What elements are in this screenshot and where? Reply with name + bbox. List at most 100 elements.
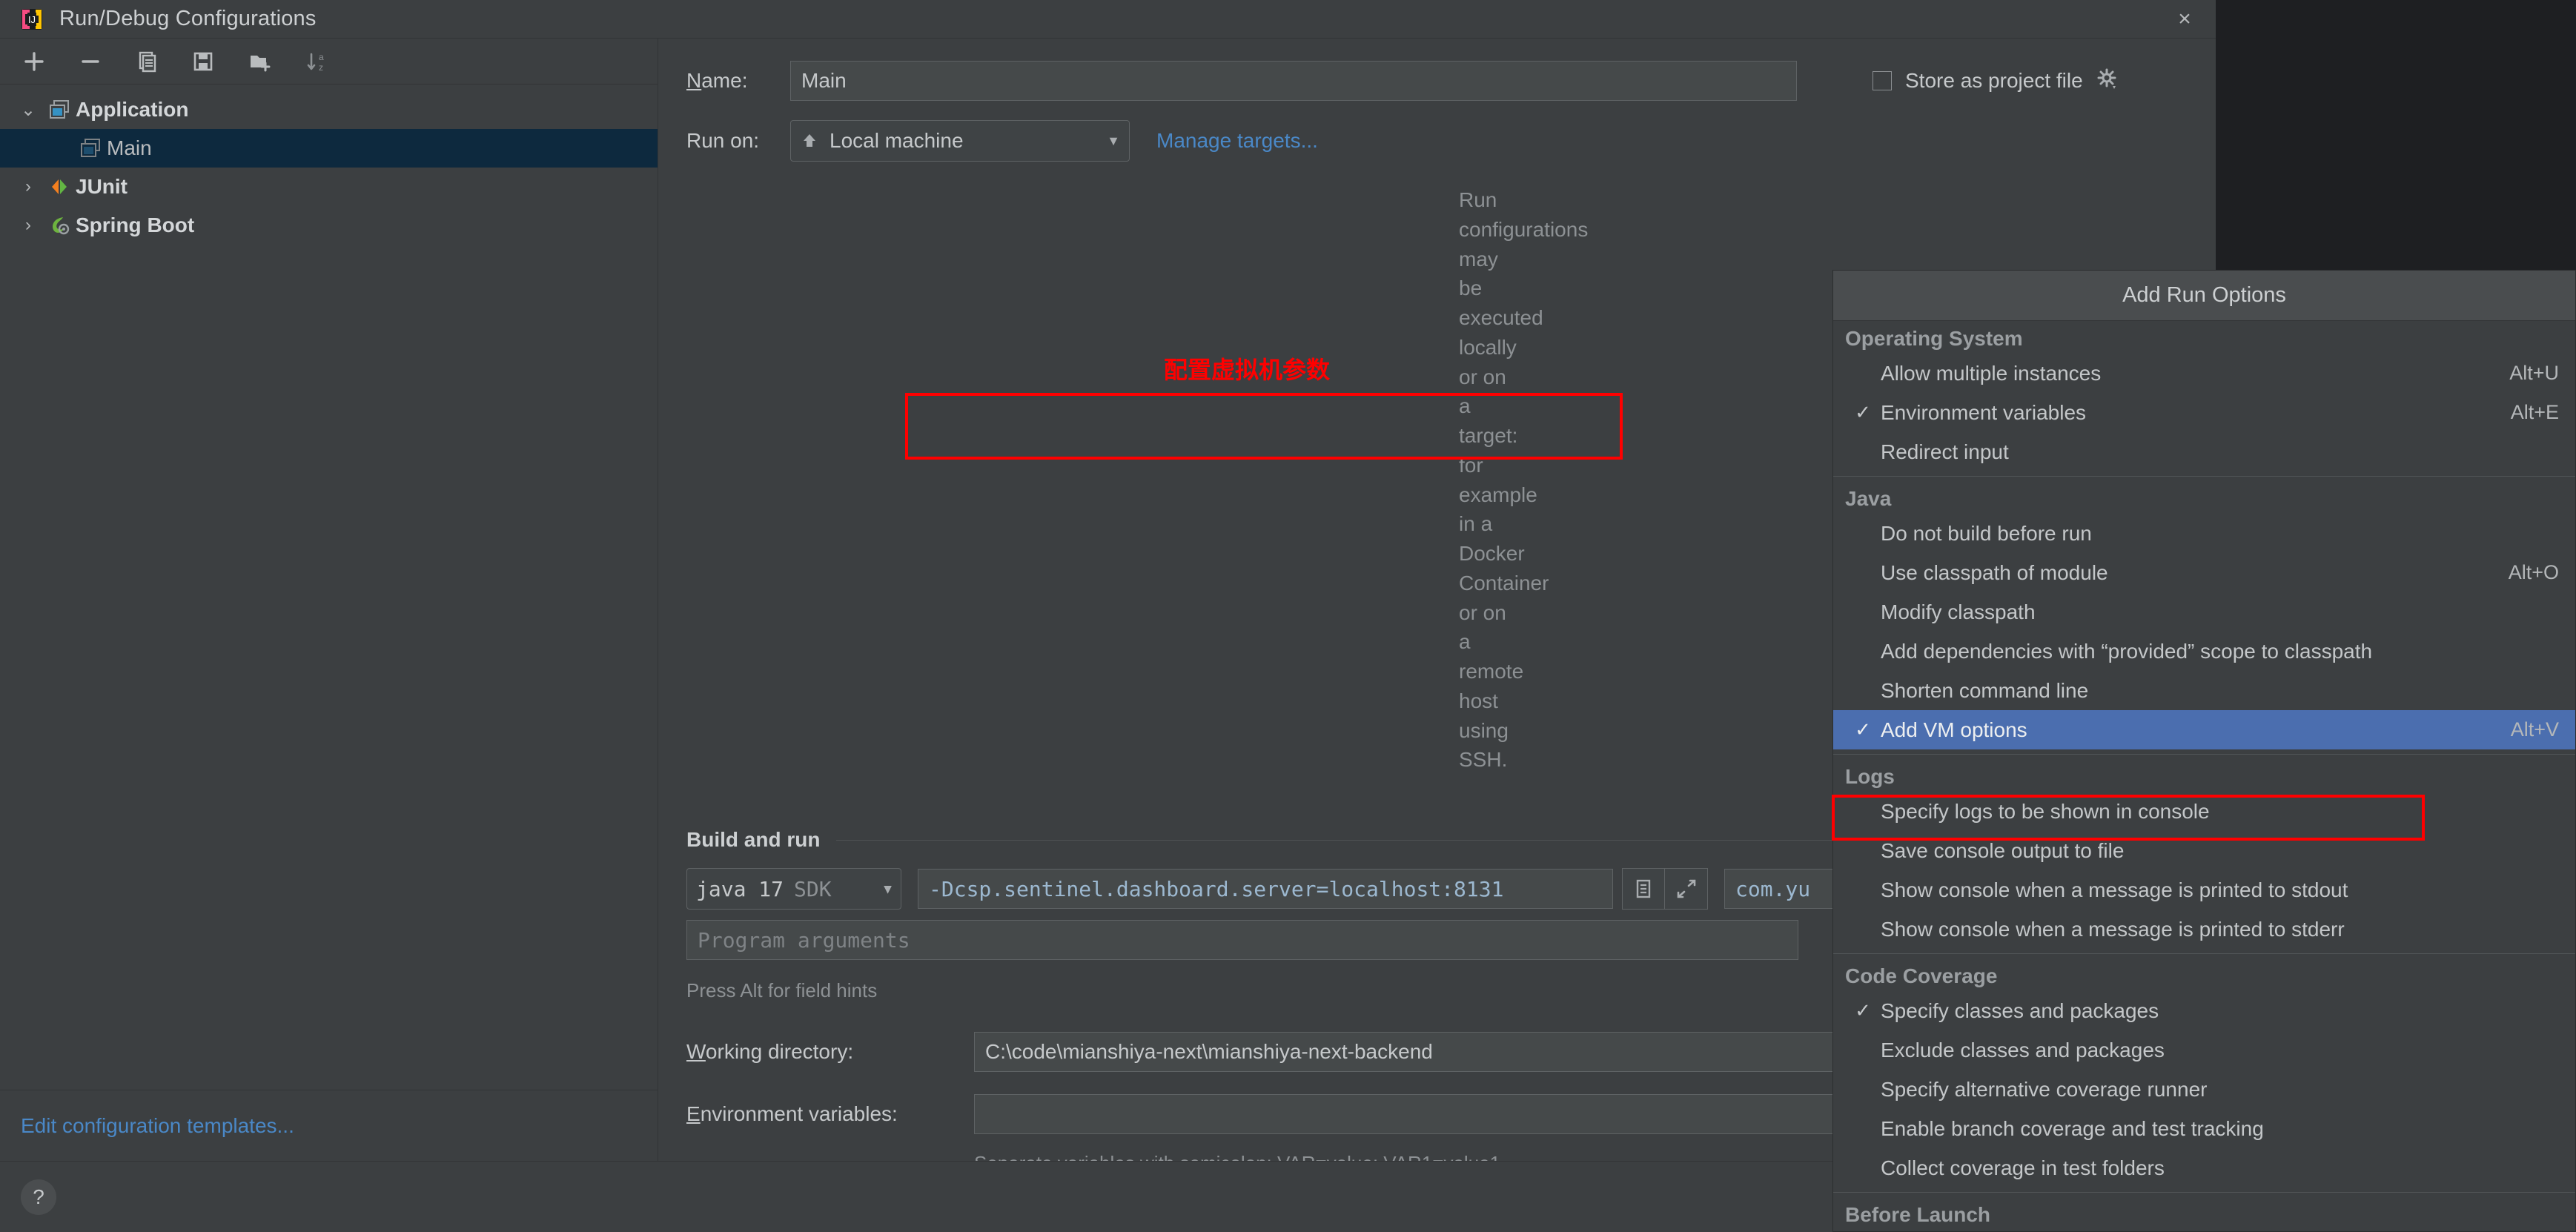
- tree-item-application[interactable]: ⌄ Application: [0, 90, 658, 129]
- tree-item-spring-boot[interactable]: › Spring Boot: [0, 206, 658, 245]
- run-on-select[interactable]: Local machine ▼: [790, 120, 1130, 162]
- menu-item[interactable]: ✓ Environment variables Alt+E: [1833, 393, 2575, 432]
- vm-options-annotation-text: 配置虚拟机参数: [1164, 357, 1331, 383]
- close-icon[interactable]: ×: [2168, 3, 2201, 36]
- folder-add-icon[interactable]: [242, 44, 277, 79]
- name-label: Name:: [686, 69, 748, 92]
- tree-item-label: Main: [107, 136, 152, 159]
- menu-separator: [1833, 1192, 2575, 1193]
- menu-item[interactable]: Modify classpath: [1833, 592, 2575, 632]
- menu-item-label: Add VM options: [1881, 718, 2027, 741]
- junit-icon: [43, 175, 76, 199]
- chevron-right-icon[interactable]: ›: [13, 176, 43, 197]
- menu-item[interactable]: Show console when a message is printed t…: [1833, 910, 2575, 949]
- vm-options-input[interactable]: -Dcsp.sentinel.dashboard.server=localhos…: [918, 869, 1613, 909]
- spring-boot-icon: [43, 213, 76, 237]
- manage-targets-link[interactable]: Manage targets...: [1156, 129, 1318, 153]
- run-on-label: Run on:: [686, 129, 760, 152]
- tree-item-main[interactable]: Main: [0, 129, 658, 168]
- macro-list-icon[interactable]: [1622, 868, 1665, 910]
- run-on-description: Run configurations may be executed local…: [658, 175, 1588, 775]
- application-icon: [74, 136, 107, 160]
- menu-item-label: Modify classpath: [1881, 600, 2036, 623]
- menu-item[interactable]: Shorten command line: [1833, 671, 2575, 710]
- edit-configuration-templates-link[interactable]: Edit configuration templates...: [21, 1114, 294, 1138]
- store-as-project-file-label: Store as project file: [1905, 69, 2083, 92]
- local-machine-icon: [800, 131, 819, 150]
- menu-item[interactable]: Enable branch coverage and test tracking: [1833, 1109, 2575, 1148]
- menu-item-label: Enable branch coverage and test tracking: [1881, 1116, 2264, 1140]
- menu-item[interactable]: Collect coverage in test folders: [1833, 1148, 2575, 1188]
- menu-item[interactable]: Allow multiple instances Alt+U: [1833, 354, 2575, 393]
- menu-item[interactable]: Specify logs to be shown in console: [1833, 792, 2575, 831]
- jdk-suffix: SDK: [794, 876, 832, 901]
- jdk-select[interactable]: java 17 SDK ▼: [686, 868, 901, 910]
- tree-item-label: JUnit: [76, 175, 128, 198]
- svg-text:IJ: IJ: [28, 14, 36, 25]
- vm-options-value: -Dcsp.sentinel.dashboard.server=localhos…: [929, 876, 1504, 901]
- menu-item-label: Environment variables: [1881, 400, 2087, 424]
- svg-text:a: a: [319, 52, 324, 62]
- menu-separator: [1833, 476, 2575, 477]
- check-icon: ✓: [1855, 999, 1871, 1021]
- menu-item-label: Redirect input: [1881, 440, 2009, 463]
- menu-separator: [1833, 754, 2575, 755]
- menu-item-label: Add dependencies with “provided” scope t…: [1881, 639, 2373, 663]
- copy-configuration-button[interactable]: [129, 44, 165, 79]
- menu-item[interactable]: ✓ Specify classes and packages: [1833, 991, 2575, 1030]
- menu-item-shortcut: Alt+U: [2509, 362, 2559, 384]
- program-arguments-input[interactable]: Program arguments: [686, 920, 1798, 960]
- chevron-right-icon[interactable]: ›: [13, 215, 43, 236]
- add-configuration-button[interactable]: [16, 44, 52, 79]
- expand-editor-icon[interactable]: [1665, 868, 1708, 910]
- svg-text:z: z: [319, 62, 323, 73]
- menu-item-label: Show console when a message is printed t…: [1881, 917, 2345, 941]
- tree-item-junit[interactable]: › JUnit: [0, 168, 658, 206]
- build-and-run-section-label: Build and run: [686, 828, 821, 851]
- working-directory-value: C:\code\mianshiya-next\mianshiya-next-ba…: [985, 1040, 1433, 1063]
- menu-item-label: Show console when a message is printed t…: [1881, 878, 2348, 901]
- menu-item-label: Exclude classes and packages: [1881, 1038, 2165, 1062]
- environment-variables-label: Environment variables:: [686, 1102, 898, 1125]
- menu-group-header: Code Coverage: [1845, 964, 1998, 987]
- sidebar-footer: Edit configuration templates...: [0, 1090, 658, 1161]
- menu-item-label: Specify alternative coverage runner: [1881, 1077, 2208, 1101]
- menu-group-header: Before Launch: [1845, 1203, 1991, 1226]
- name-row: Name: Main Store as project file: [658, 55, 2216, 107]
- menu-item[interactable]: Redirect input: [1833, 432, 2575, 471]
- menu-item[interactable]: ✓ Add VM options Alt+V: [1833, 710, 2575, 749]
- chevron-down-icon[interactable]: ▼: [1093, 133, 1120, 149]
- menu-item[interactable]: Specify alternative coverage runner: [1833, 1070, 2575, 1109]
- store-as-project-file-checkbox[interactable]: [1873, 71, 1892, 90]
- configurations-toolbar: a z: [0, 39, 658, 85]
- save-configuration-button[interactable]: [185, 44, 221, 79]
- help-button[interactable]: ?: [21, 1179, 56, 1215]
- menu-item[interactable]: Do not build before run: [1833, 514, 2575, 553]
- dialog-title: Run/Debug Configurations: [59, 7, 317, 30]
- tree-item-label: Application: [76, 98, 189, 121]
- check-icon: ✓: [1855, 401, 1871, 423]
- remove-configuration-button[interactable]: [73, 44, 108, 79]
- menu-item[interactable]: Save console output to file: [1833, 831, 2575, 870]
- menu-item[interactable]: Add dependencies with “provided” scope t…: [1833, 632, 2575, 671]
- run-on-value: Local machine: [830, 129, 964, 152]
- jdk-value: java 17: [696, 876, 784, 901]
- menu-group-header: Logs: [1845, 765, 1895, 788]
- configurations-sidebar: a z ⌄ Application Main › JUnit › Spring …: [0, 39, 658, 1161]
- add-run-options-popup: Add Run Options Operating System Allow mu…: [1832, 270, 2576, 1232]
- gear-icon[interactable]: [2096, 68, 2119, 94]
- menu-item[interactable]: Exclude classes and packages: [1833, 1030, 2575, 1070]
- check-icon: ✓: [1855, 718, 1871, 741]
- menu-item[interactable]: Use classpath of module Alt+O: [1833, 553, 2575, 592]
- program-arguments-placeholder: Program arguments: [698, 927, 910, 953]
- name-input[interactable]: Main: [790, 61, 1797, 101]
- menu-item[interactable]: Show console when a message is printed t…: [1833, 870, 2575, 910]
- sort-az-icon[interactable]: a z: [298, 44, 334, 79]
- menu-item-shortcut: Alt+O: [2508, 561, 2559, 583]
- chevron-down-icon[interactable]: ⌄: [13, 99, 43, 121]
- menu-item-label: Use classpath of module: [1881, 560, 2108, 584]
- chevron-down-icon[interactable]: ▼: [870, 881, 892, 897]
- popup-title: Add Run Options: [1833, 271, 2575, 321]
- store-as-project-file-group[interactable]: Store as project file: [1873, 68, 2119, 94]
- name-input-value: Main: [801, 69, 847, 92]
